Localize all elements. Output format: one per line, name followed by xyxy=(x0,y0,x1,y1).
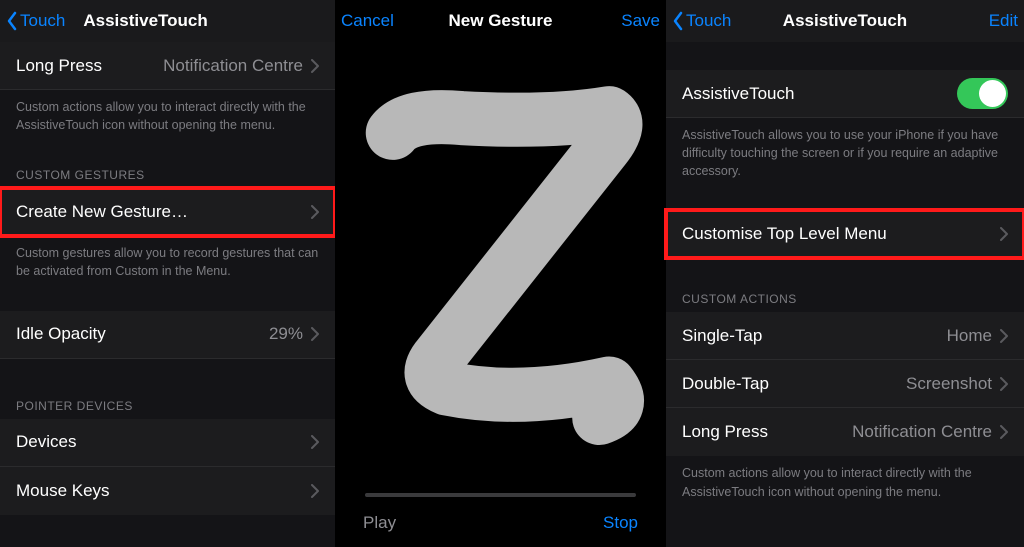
row-assistivetouch-toggle[interactable]: AssistiveTouch xyxy=(666,70,1024,118)
nav-title: AssistiveTouch xyxy=(83,11,207,31)
save-button[interactable]: Save xyxy=(621,11,660,31)
row-value: Home xyxy=(947,326,992,346)
gesture-canvas[interactable] xyxy=(335,42,666,479)
gesture-stroke-z-icon xyxy=(352,64,650,457)
chevron-right-icon xyxy=(1000,227,1008,241)
row-devices[interactable]: Devices xyxy=(0,419,335,467)
row-label: Customise Top Level Menu xyxy=(682,224,887,244)
row-value: Notification Centre xyxy=(852,422,992,442)
three-screen-composite: Touch AssistiveTouch Long Press Notifica… xyxy=(0,0,1024,547)
section-header-pointer: POINTER DEVICES xyxy=(0,359,335,419)
row-value: Screenshot xyxy=(906,374,992,394)
row-customise-top-level-menu[interactable]: Customise Top Level Menu xyxy=(666,210,1024,258)
navbar-right: Touch AssistiveTouch Edit xyxy=(666,0,1024,42)
back-label: Touch xyxy=(686,11,731,31)
chevron-right-icon xyxy=(1000,377,1008,391)
chevron-right-icon xyxy=(311,435,319,449)
chevron-right-icon xyxy=(311,59,319,73)
section-header-gestures: CUSTOM GESTURES xyxy=(0,148,335,188)
custom-gestures-footer: Custom gestures allow you to record gest… xyxy=(0,236,335,294)
row-label: Idle Opacity xyxy=(16,324,106,344)
navbar-left: Touch AssistiveTouch xyxy=(0,0,335,42)
cancel-button[interactable]: Cancel xyxy=(341,11,394,31)
edit-button[interactable]: Edit xyxy=(989,11,1018,31)
back-label: Touch xyxy=(20,11,65,31)
custom-actions-footer: Custom actions allow you to interact dir… xyxy=(666,456,1024,514)
chevron-right-icon xyxy=(311,327,319,341)
chevron-right-icon xyxy=(311,205,319,219)
back-button-touch[interactable]: Touch xyxy=(672,11,731,31)
toggle-switch-on-icon[interactable] xyxy=(957,78,1008,109)
chevron-right-icon xyxy=(311,484,319,498)
chevron-right-icon xyxy=(1000,329,1008,343)
screen-assistivetouch-main: Touch AssistiveTouch Edit AssistiveTouch… xyxy=(666,0,1024,547)
row-label: Long Press xyxy=(682,422,768,442)
row-label: Create New Gesture… xyxy=(16,202,188,222)
row-label: Devices xyxy=(16,432,76,452)
play-button[interactable]: Play xyxy=(363,513,396,533)
row-label: Single-Tap xyxy=(682,326,762,346)
row-value: 29% xyxy=(269,324,303,344)
chevron-left-icon xyxy=(672,11,684,31)
row-single-tap[interactable]: Single-Tap Home xyxy=(666,312,1024,360)
section-header-actions: CUSTOM ACTIONS xyxy=(666,258,1024,312)
cancel-label: Cancel xyxy=(341,11,394,31)
row-label: AssistiveTouch xyxy=(682,84,794,104)
timeline-scrubber[interactable] xyxy=(365,493,636,497)
custom-actions-footer: Custom actions allow you to interact dir… xyxy=(0,90,335,148)
save-label: Save xyxy=(621,11,660,30)
row-label: Long Press xyxy=(16,56,102,76)
assistivetouch-footer: AssistiveTouch allows you to use your iP… xyxy=(666,118,1024,194)
playback-bar: Play Stop xyxy=(335,505,666,547)
navbar-center: Cancel New Gesture Save xyxy=(335,0,666,42)
chevron-left-icon xyxy=(6,11,18,31)
screen-new-gesture: Cancel New Gesture Save Play Stop xyxy=(335,0,666,547)
edit-label: Edit xyxy=(989,11,1018,30)
row-double-tap[interactable]: Double-Tap Screenshot xyxy=(666,360,1024,408)
row-label: Mouse Keys xyxy=(16,481,110,501)
stop-button[interactable]: Stop xyxy=(603,513,638,533)
back-button-touch[interactable]: Touch xyxy=(6,11,65,31)
row-long-press[interactable]: Long Press Notification Centre xyxy=(666,408,1024,456)
row-value: Notification Centre xyxy=(163,56,303,76)
row-long-press[interactable]: Long Press Notification Centre xyxy=(0,42,335,90)
row-label: Double-Tap xyxy=(682,374,769,394)
row-mouse-keys[interactable]: Mouse Keys xyxy=(0,467,335,515)
row-create-new-gesture[interactable]: Create New Gesture… xyxy=(0,188,335,236)
screen-assistivetouch-list: Touch AssistiveTouch Long Press Notifica… xyxy=(0,0,335,547)
chevron-right-icon xyxy=(1000,425,1008,439)
row-idle-opacity[interactable]: Idle Opacity 29% xyxy=(0,311,335,359)
